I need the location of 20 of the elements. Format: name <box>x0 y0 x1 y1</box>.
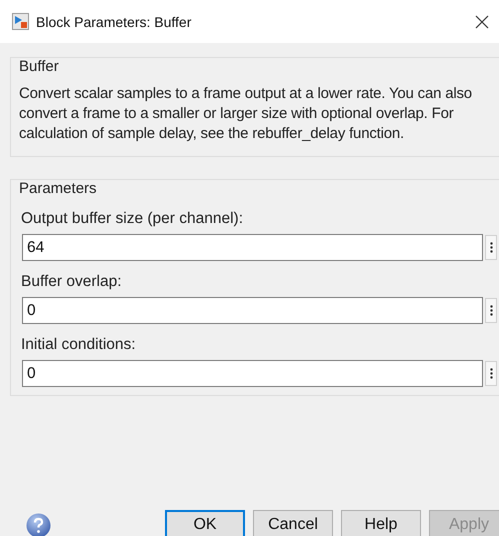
more-options-button[interactable] <box>485 235 497 260</box>
input-field[interactable]: 0 <box>22 297 483 324</box>
input-field[interactable]: 64 <box>22 234 483 261</box>
window-title: Block Parameters: Buffer <box>36 14 192 30</box>
description-text: Convert scalar samples to a frame output at a lower rate. You can also convert a frame to a smaller or larger size with optional overlap. For calculation of sample delay, see the rebuffer_delay function. <box>19 84 473 144</box>
input-field[interactable]: 0 <box>22 360 483 387</box>
field-label: Output buffer size (per channel): <box>21 210 244 228</box>
more-options-button[interactable] <box>485 361 497 386</box>
help-icon[interactable] <box>26 512 51 536</box>
field-label: Initial conditions: <box>21 336 137 354</box>
dots-icon <box>490 368 492 379</box>
field-label: Buffer overlap: <box>21 273 123 291</box>
dialog-button[interactable]: OK <box>165 510 245 536</box>
app-icon <box>12 13 29 30</box>
dots-icon <box>490 305 492 316</box>
close-icon[interactable] <box>475 14 489 28</box>
more-options-button[interactable] <box>485 298 497 323</box>
dialog-button[interactable]: Cancel <box>253 510 333 536</box>
dots-icon <box>490 242 492 253</box>
dialog-button[interactable]: Help <box>341 510 421 536</box>
